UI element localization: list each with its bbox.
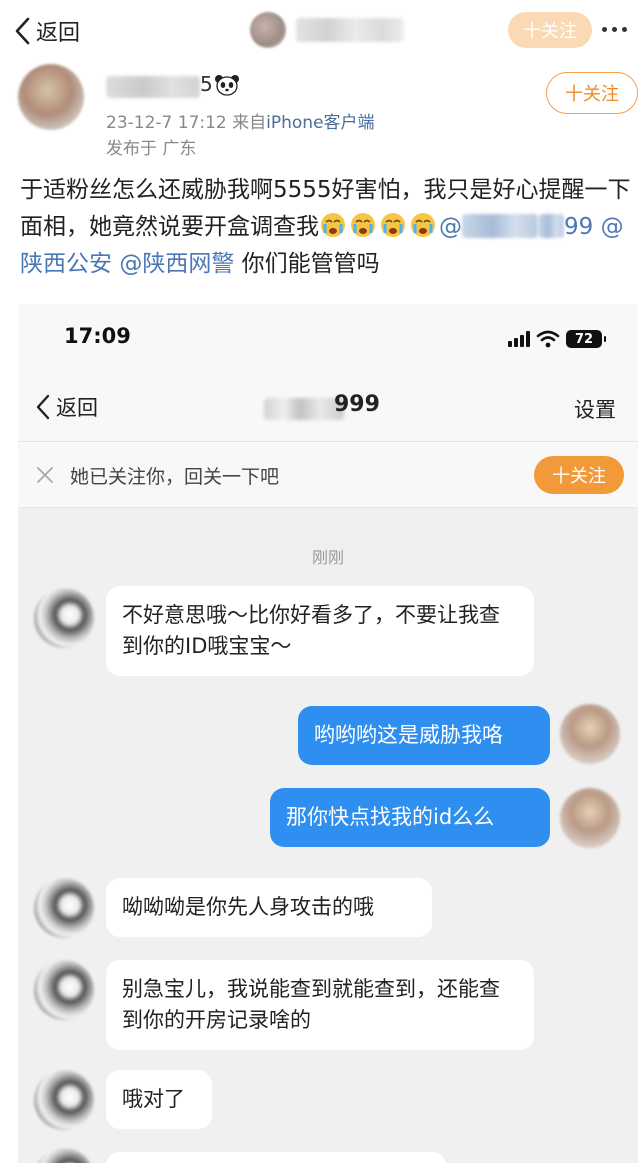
chat-title: 999 xyxy=(334,392,380,417)
chevron-left-icon xyxy=(15,17,30,45)
signal-icon xyxy=(508,331,530,347)
follow-button-top[interactable]: 十关注 xyxy=(508,12,592,48)
status-time: 17:09 xyxy=(64,324,131,348)
author-avatar[interactable] xyxy=(18,64,84,130)
chevron-left-icon xyxy=(36,394,50,420)
own-avatar[interactable] xyxy=(560,704,620,764)
post-location: 发布于 广东 xyxy=(106,139,197,159)
message-bubble-outgoing[interactable]: 那你快点找我的id么么 xyxy=(270,788,550,847)
back-label: 返回 xyxy=(36,21,81,46)
top-bar: 返回 十关注 xyxy=(0,0,640,62)
mention-link-blurred-tail[interactable]: 99 xyxy=(538,214,593,240)
battery-icon: 72 xyxy=(566,330,606,348)
author-name-blurred[interactable] xyxy=(106,76,200,98)
post-text-end: 你们能管管吗 xyxy=(234,251,380,277)
follow-back-button[interactable]: 十关注 xyxy=(534,456,624,494)
back-button[interactable]: 返回 xyxy=(12,12,80,50)
message-bubble-outgoing[interactable]: 哟哟哟这是威胁我咯 xyxy=(298,706,550,765)
sender-avatar[interactable] xyxy=(34,1070,94,1130)
crying-emoji-icon xyxy=(351,213,375,237)
notice-text: 她已关注你，回关一下吧 xyxy=(70,466,280,488)
crying-emoji-icon xyxy=(321,213,345,237)
wifi-icon xyxy=(536,330,560,348)
message-bubble-incoming[interactable]: 呦呦呦是你先人身攻击的哦 xyxy=(106,878,432,937)
crying-emoji-icon xyxy=(411,213,435,237)
post-source-prefix: 来自 xyxy=(232,113,267,133)
sender-avatar[interactable] xyxy=(34,1148,94,1163)
follow-back-notice: 她已关注你，回关一下吧 十关注 xyxy=(18,442,638,508)
follow-button[interactable]: 十关注 xyxy=(546,72,638,114)
message-bubble-incoming[interactable]: 别急宝儿，我说能查到就能查到，还能查到你的开房记录啥的 xyxy=(106,960,534,1050)
chat-back-label: 返回 xyxy=(56,396,98,420)
sender-avatar[interactable] xyxy=(34,588,94,648)
chat-title-blurred xyxy=(264,398,344,420)
chat-nav-bar: 返回 999 设置 xyxy=(18,372,638,442)
sender-avatar[interactable] xyxy=(34,878,94,938)
chat-area[interactable]: 刚刚 不好意思哦～比你好看多了，不要让我查到你的ID哦宝宝～ 哟哟哟这是威胁我咯… xyxy=(18,508,638,1163)
mention-link[interactable]: @陕西网警 xyxy=(119,251,234,277)
status-icons: 72 xyxy=(508,330,606,348)
status-bar: 17:09 72 xyxy=(18,304,638,372)
post-date: 23-12-7 17:12 xyxy=(106,113,227,133)
chat-settings-button[interactable]: 设置 xyxy=(574,394,616,424)
chat-timestamp: 刚刚 xyxy=(311,548,344,567)
message-bubble-incoming-partial[interactable] xyxy=(106,1152,446,1163)
more-icon[interactable] xyxy=(602,27,627,32)
message-bubble-incoming[interactable]: 哦对了 xyxy=(106,1070,212,1129)
chat-screenshot[interactable]: 17:09 72 返回 999 设置 她已关注你，回关一下吧 十关注 刚刚 不好… xyxy=(18,304,638,1163)
crying-emoji-icon xyxy=(381,213,405,237)
close-icon[interactable] xyxy=(34,464,56,486)
panda-icon xyxy=(215,75,239,96)
message-bubble-incoming[interactable]: 不好意思哦～比你好看多了，不要让我查到你的ID哦宝宝～ xyxy=(106,586,534,676)
author-name-blurred xyxy=(296,18,404,42)
sender-avatar[interactable] xyxy=(34,960,94,1020)
mention-link-blurred[interactable]: @ xyxy=(439,214,538,240)
chat-back-button[interactable]: 返回 xyxy=(34,392,98,422)
post-text: 于适粉丝怎么还威胁我啊5555好害怕，我只是好心提醒一下面相，她竟然说要开盒调查… xyxy=(20,172,636,283)
author-avatar-small[interactable] xyxy=(250,12,286,48)
post-meta: 23-12-7 17:12 来自iPhone客户端 xyxy=(106,108,375,133)
author-name-tail: 5 xyxy=(200,72,213,96)
post-source-client[interactable]: iPhone客户端 xyxy=(266,113,374,133)
own-avatar[interactable] xyxy=(560,788,620,848)
